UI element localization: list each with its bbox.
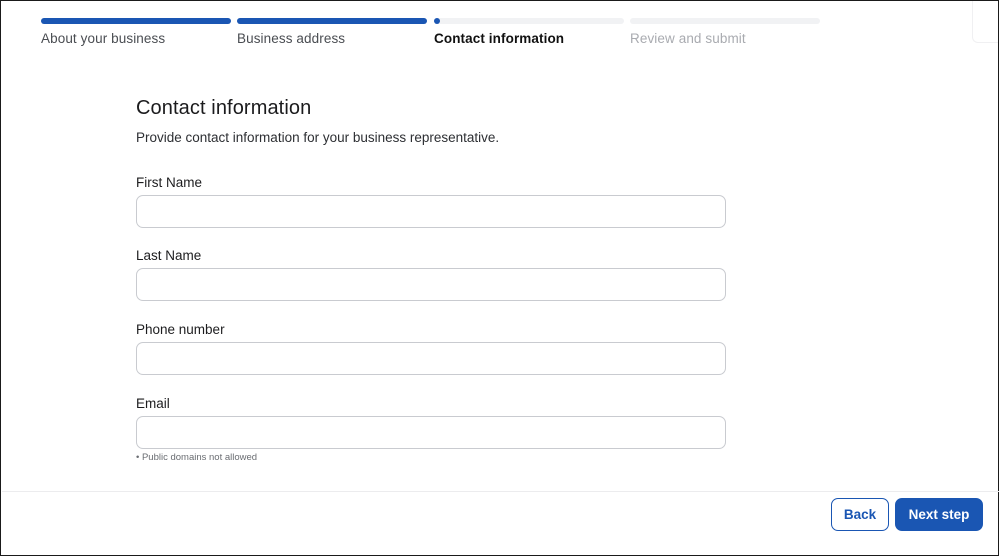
step-contact-information[interactable]: Contact information xyxy=(434,18,624,48)
next-step-button[interactable]: Next step xyxy=(895,498,983,531)
step-progress-bar xyxy=(237,18,427,24)
last-name-input[interactable] xyxy=(136,268,726,301)
current-step-indicator xyxy=(434,18,440,24)
last-name-field: Last Name xyxy=(136,248,726,301)
step-progress-bar xyxy=(41,18,231,24)
back-button[interactable]: Back xyxy=(831,498,889,531)
contact-form: Contact information Provide contact info… xyxy=(136,97,726,463)
footer-divider xyxy=(2,491,999,492)
page-subtitle: Provide contact information for your bus… xyxy=(136,130,500,145)
last-name-label: Last Name xyxy=(136,248,202,263)
step-progress-bar xyxy=(630,18,820,24)
progress-stepper: About your business Business address Con… xyxy=(41,18,821,48)
step-progress-fill xyxy=(237,18,427,24)
email-field: Email • Public domains not allowed xyxy=(136,396,726,463)
first-name-input[interactable] xyxy=(136,195,726,228)
page-title: Contact information xyxy=(136,97,312,119)
corner-panel xyxy=(972,1,998,43)
phone-number-input[interactable] xyxy=(136,342,726,375)
step-label: Review and submit xyxy=(630,31,746,46)
email-hint: • Public domains not allowed xyxy=(136,452,258,463)
email-label: Email xyxy=(136,396,170,411)
step-review-and-submit: Review and submit xyxy=(630,18,820,48)
wizard-window: About your business Business address Con… xyxy=(0,0,999,556)
step-label: Contact information xyxy=(434,31,565,46)
step-about-your-business[interactable]: About your business xyxy=(41,18,231,48)
first-name-field: First Name xyxy=(136,175,726,228)
step-label: About your business xyxy=(41,31,166,46)
step-progress-fill xyxy=(41,18,231,24)
phone-number-field: Phone number xyxy=(136,322,726,375)
email-input[interactable] xyxy=(136,416,726,449)
phone-number-label: Phone number xyxy=(136,322,225,337)
step-business-address[interactable]: Business address xyxy=(237,18,427,48)
step-label: Business address xyxy=(237,31,346,46)
step-progress-bar xyxy=(434,18,624,24)
first-name-label: First Name xyxy=(136,175,203,190)
